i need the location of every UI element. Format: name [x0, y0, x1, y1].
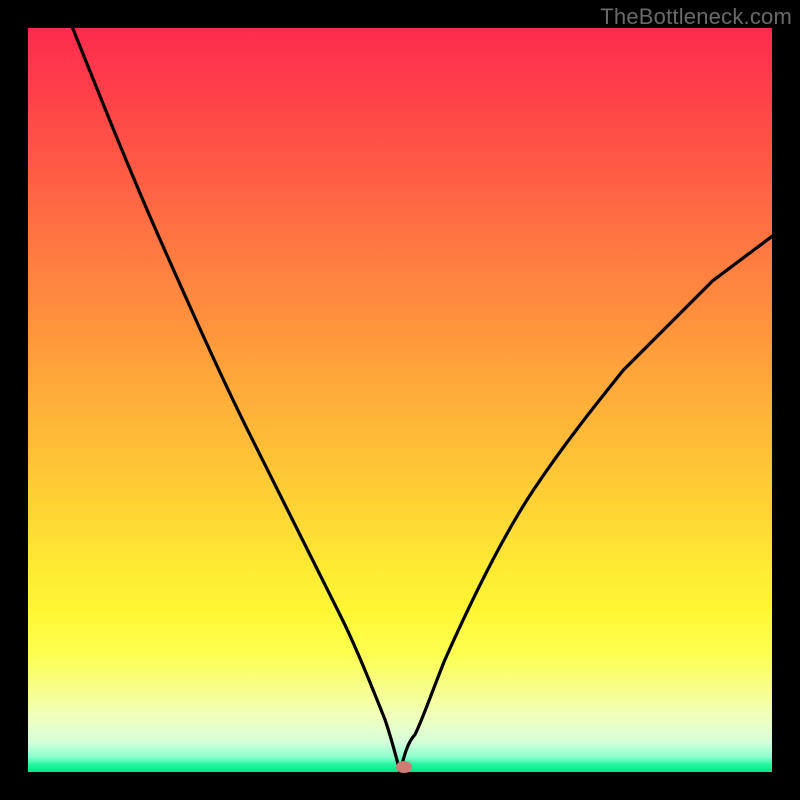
- bottleneck-curve: [73, 28, 772, 772]
- plot-area: [28, 28, 772, 772]
- watermark-text: TheBottleneck.com: [600, 4, 792, 30]
- curve-svg: [28, 28, 772, 772]
- chart-container: TheBottleneck.com: [0, 0, 800, 800]
- minimum-marker: [396, 761, 412, 773]
